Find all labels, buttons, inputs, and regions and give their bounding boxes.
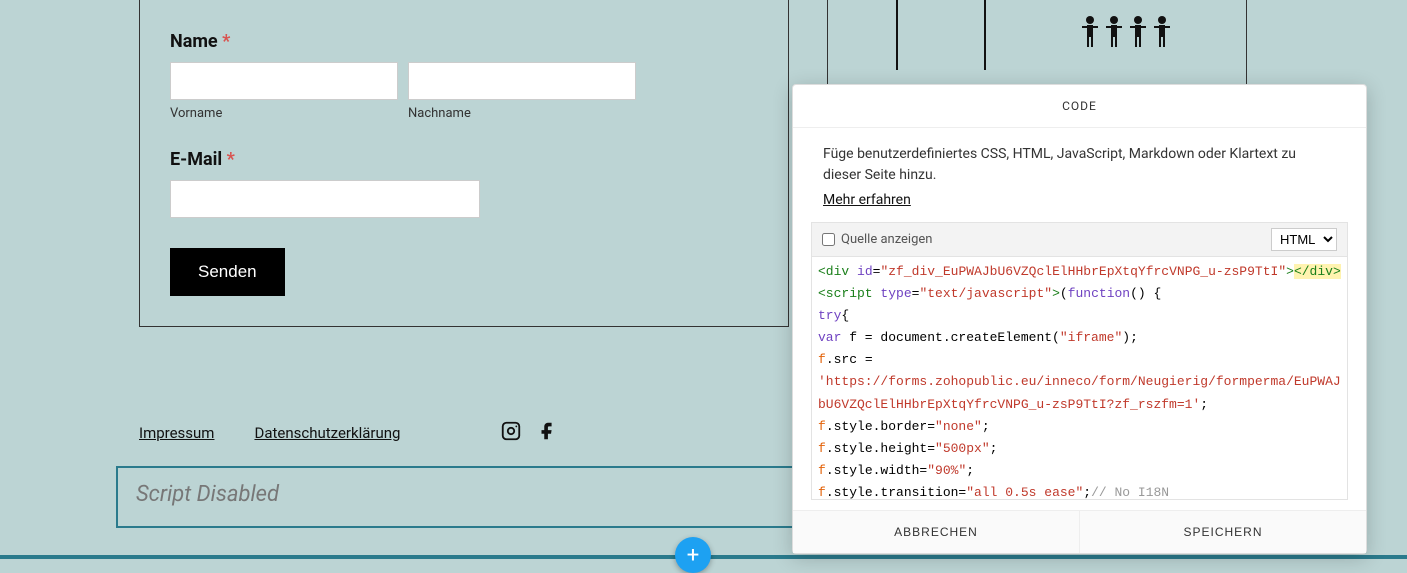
lastname-sublabel: Nachname [408, 106, 636, 121]
send-button[interactable]: Senden [170, 248, 285, 296]
code-panel-title: CODE [793, 85, 1366, 128]
impressum-link[interactable]: Impressum [139, 424, 214, 442]
code-editor[interactable]: <div id="zf_div_EuPWAJbU6VZQclElHHbrEpXt… [811, 256, 1348, 500]
email-input[interactable] [170, 180, 480, 218]
firstname-input[interactable] [170, 62, 398, 100]
lastname-input[interactable] [408, 62, 636, 100]
contact-form: Name * Vorname Nachname E-Mail * Senden [139, 0, 789, 327]
name-label: Name * [170, 31, 758, 52]
people-icon [1078, 15, 1178, 56]
footer-links: Impressum Datenschutzerklärung [139, 420, 558, 446]
facebook-icon[interactable] [536, 420, 558, 446]
show-source-checkbox[interactable]: Quelle anzeigen [822, 232, 932, 247]
add-block-button[interactable]: + [675, 537, 711, 573]
code-panel: CODE Füge benutzerdefiniertes CSS, HTML,… [792, 84, 1367, 554]
email-label: E-Mail * [170, 149, 758, 170]
show-source-label: Quelle anzeigen [841, 232, 932, 247]
privacy-link[interactable]: Datenschutzerklärung [254, 424, 400, 442]
code-toolbar: Quelle anzeigen HTML [811, 222, 1348, 256]
required-mark: * [222, 31, 230, 52]
code-panel-description: Füge benutzerdefiniertes CSS, HTML, Java… [793, 128, 1366, 192]
learn-more-link[interactable]: Mehr erfahren [823, 192, 911, 208]
firstname-sublabel: Vorname [170, 106, 398, 121]
cancel-button[interactable]: ABBRECHEN [793, 511, 1079, 553]
save-button[interactable]: SPEICHERN [1079, 511, 1366, 553]
instagram-icon[interactable] [500, 420, 522, 446]
show-source-input[interactable] [822, 233, 835, 246]
required-mark: * [227, 149, 235, 170]
door-icon [896, 0, 986, 70]
language-select[interactable]: HTML [1271, 228, 1337, 251]
